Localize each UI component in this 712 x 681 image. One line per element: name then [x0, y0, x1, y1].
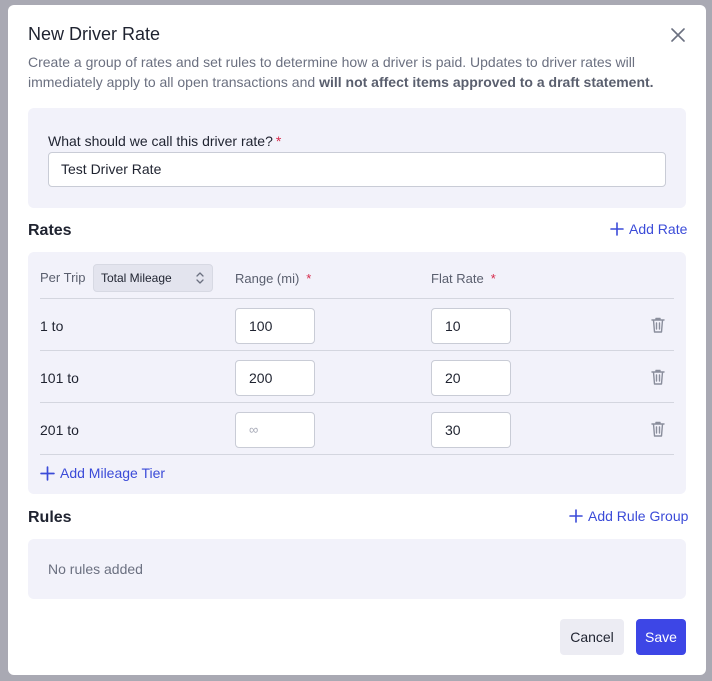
rules-section: No rules added: [28, 539, 686, 599]
rate-name-label: What should we call this driver rate? *: [48, 133, 282, 149]
rules-section-title: Rules: [28, 509, 72, 526]
modal-title: New Driver Rate: [28, 24, 161, 44]
row-divider: [40, 454, 674, 455]
close-button[interactable]: [668, 25, 688, 45]
rate-basis-select[interactable]: Total Mileage: [93, 264, 213, 292]
add-mileage-tier-button[interactable]: Add Mileage Tier: [40, 465, 165, 481]
description-emphasis: will not affect items approved to a draf…: [319, 74, 654, 90]
tier-3-start-label: 201 to: [40, 422, 79, 438]
add-rate-button[interactable]: Add Rate: [610, 221, 687, 237]
tier-1-start-label: 1 to: [40, 318, 64, 334]
plus-icon: [569, 509, 583, 523]
per-trip-label: Per Trip: [40, 270, 86, 285]
new-driver-rate-modal: New Driver Rate Create a group of rates …: [8, 5, 706, 675]
rates-table: Per Trip Total Mileage Range (mi) * Flat …: [28, 252, 686, 494]
row-divider: [40, 402, 674, 403]
rate-name-input[interactable]: Test Driver Rate: [48, 152, 666, 187]
row-divider: [40, 298, 674, 299]
tier-2-start-label: 101 to: [40, 370, 79, 386]
required-asterisk: *: [306, 271, 312, 286]
rates-section-title: Rates: [28, 222, 72, 239]
range-column-header: Range (mi) *: [235, 271, 312, 286]
save-button[interactable]: Save: [636, 619, 686, 655]
tier-2-flat-rate-input[interactable]: 20: [431, 360, 511, 396]
trash-icon[interactable]: [650, 420, 666, 438]
tier-1-range-input[interactable]: 100: [235, 308, 315, 344]
add-rule-group-button[interactable]: Add Rule Group: [569, 508, 688, 524]
tier-2-range-input[interactable]: 200: [235, 360, 315, 396]
rate-name-section: What should we call this driver rate? * T…: [28, 108, 686, 208]
required-asterisk: *: [490, 271, 496, 286]
trash-icon[interactable]: [650, 368, 666, 386]
plus-icon: [610, 222, 624, 236]
tier-3-range-input[interactable]: ∞: [235, 412, 315, 448]
row-divider: [40, 350, 674, 351]
tier-1-flat-rate-input[interactable]: 10: [431, 308, 511, 344]
cancel-button[interactable]: Cancel: [560, 619, 624, 655]
required-asterisk: *: [275, 133, 282, 149]
flat-rate-column-header: Flat Rate *: [431, 271, 496, 286]
tier-3-flat-rate-input[interactable]: 30: [431, 412, 511, 448]
plus-icon: [40, 465, 55, 481]
trash-icon[interactable]: [650, 316, 666, 334]
modal-description: Create a group of rates and set rules to…: [28, 54, 654, 90]
close-icon: [671, 28, 685, 42]
chevron-up-down-icon: [196, 272, 204, 284]
empty-rules-message: No rules added: [48, 561, 143, 577]
